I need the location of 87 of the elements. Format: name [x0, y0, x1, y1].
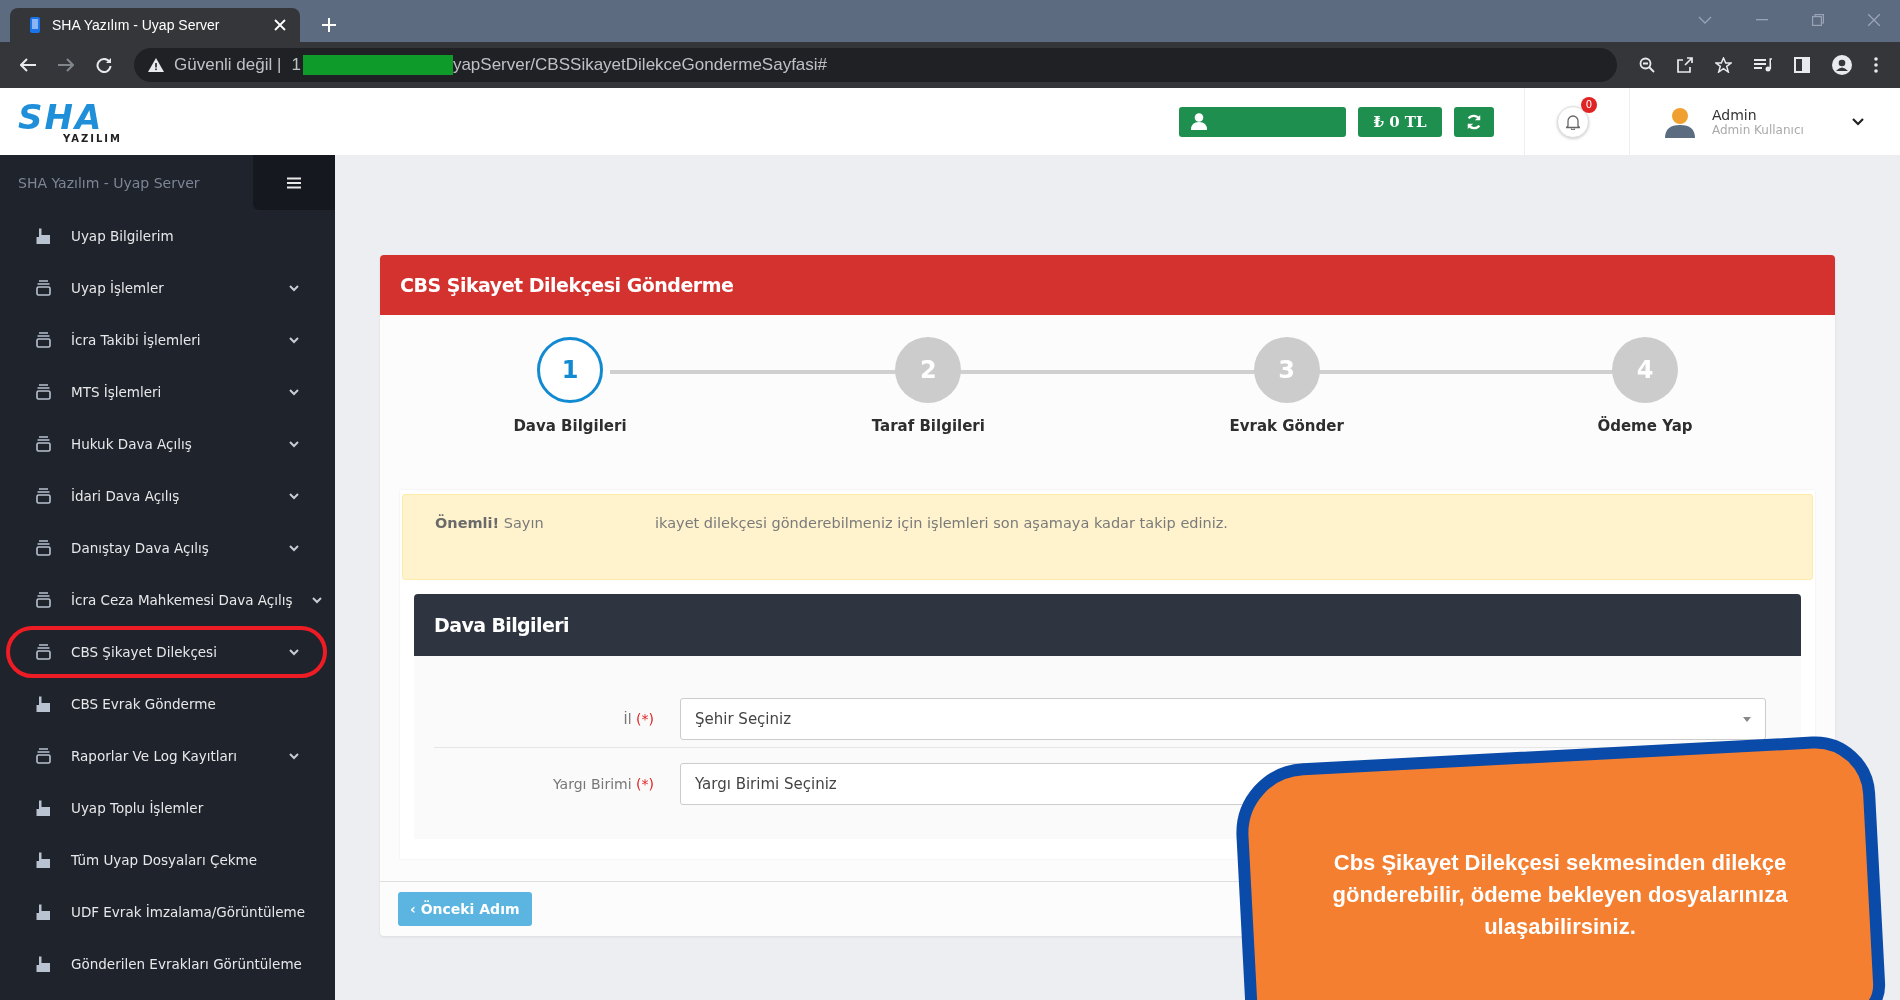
reload-icon[interactable]	[96, 57, 112, 73]
star-icon[interactable]	[1715, 57, 1732, 73]
refresh-icon	[1466, 112, 1482, 131]
sidebar-item[interactable]: Danıştay Dava Açılış	[6, 522, 327, 574]
chevron-down-icon	[289, 544, 299, 552]
warning-icon	[148, 58, 164, 72]
chevron-down-icon	[312, 596, 323, 604]
chevron-down-icon	[289, 648, 299, 656]
url-start: 1	[291, 55, 301, 75]
address-bar[interactable]: Güvenli değil | 1 yapServer/CBSSikayetDilekceGondermeSayfasi#	[134, 48, 1617, 82]
stack-icon	[36, 540, 51, 556]
notification-badge: 0	[1581, 96, 1597, 113]
stack-icon	[36, 748, 51, 764]
logo: SHA YAZILIM	[18, 99, 123, 144]
card-title: CBS Şikayet Dilekçesi Gönderme	[400, 274, 734, 296]
chevron-down-icon	[289, 388, 299, 396]
sidebar-item[interactable]: MTS İşlemleri	[6, 366, 327, 418]
notice-text: ikayet dilekçesi gönderebilmeniz için işlemleri son aşamaya kadar takip ediniz.	[655, 515, 1228, 533]
share-icon[interactable]	[1677, 57, 1693, 73]
chevron-down-icon	[289, 752, 299, 760]
sidebar-item[interactable]: Raporlar Ve Log Kayıtları	[6, 730, 327, 782]
caret-icon	[1743, 716, 1751, 722]
stack-icon	[36, 488, 51, 504]
step-label: Ödeme Yap	[1597, 417, 1693, 435]
sidebar-item[interactable]: İcra Ceza Mahkemesi Dava Açılış	[6, 574, 327, 626]
callout-text: Cbs Şikayet Dilekçesi sekmesinden dilekçe gönderebilir, ödeme bekleyen dosyalarınıza ulaşabilirsiniz.	[1331, 849, 1789, 941]
step-label: Taraf Bilgileri	[871, 417, 985, 435]
stack-icon	[36, 644, 51, 660]
phone-icon	[30, 17, 40, 33]
stack-icon	[36, 280, 51, 296]
sidebar-item[interactable]: Tüm Uyap Dosyaları Çekme	[6, 834, 327, 886]
sidebar-icon[interactable]	[1794, 57, 1810, 73]
sidebar-item[interactable]: Hukuk Dava Açılış	[6, 418, 327, 470]
sidebar-item[interactable]: Uyap Toplu İşlemler	[6, 782, 327, 834]
tab-title: SHA Yazılım - Uyap Server	[52, 17, 221, 33]
user-name: Admin	[1712, 106, 1758, 123]
step-label: Evrak Gönder	[1229, 417, 1344, 435]
browser-tab[interactable]: SHA Yazılım - Uyap Server	[10, 8, 300, 42]
new-tab-icon[interactable]	[322, 18, 336, 32]
sidebar-item[interactable]: Uyap İşlemler	[6, 262, 327, 314]
profile-icon[interactable]	[1832, 55, 1852, 75]
bell-icon	[1566, 113, 1580, 130]
section-title: Dava Bilgileri	[434, 614, 569, 636]
hand-icon	[36, 904, 51, 920]
step-label: Dava Bilgileri	[513, 417, 627, 435]
hand-icon	[36, 696, 51, 712]
zoom-icon[interactable]	[1639, 57, 1655, 73]
chevron-down-icon[interactable]	[1852, 117, 1864, 126]
security-label: Güvenli değil |	[174, 55, 282, 75]
forward-icon[interactable]	[58, 58, 74, 72]
stack-icon	[36, 384, 51, 400]
user-role: Admin Kullanıcı	[1712, 122, 1805, 137]
user-button[interactable]	[1179, 106, 1346, 137]
select-field[interactable]: Şehir Seçiniz	[680, 698, 1766, 740]
more-icon[interactable]	[1874, 57, 1878, 73]
chevron-down-icon	[289, 284, 299, 292]
sidebar-item[interactable]: İcra Takibi İşlemleri	[6, 314, 327, 366]
hand-icon	[36, 228, 51, 244]
refresh-button[interactable]	[1454, 106, 1494, 137]
hand-icon	[36, 956, 51, 972]
step-circle[interactable]: 1	[537, 337, 603, 403]
sidebar-title: SHA Yazılım - Uyap Server	[18, 174, 200, 191]
chevron-down-icon	[289, 336, 299, 344]
sidebar-item[interactable]: Uyap Bilgilerim	[6, 210, 327, 262]
media-icon[interactable]	[1754, 58, 1772, 72]
sidebar-item[interactable]: İdari Dava Açılış	[6, 470, 327, 522]
notice-lead: Önemli! Sayın	[435, 515, 545, 533]
stack-icon	[36, 436, 51, 452]
url-text: yapServer/CBSSikayetDilekceGondermeSayfasi#	[452, 55, 828, 75]
chevron-down-icon	[289, 492, 299, 500]
stack-icon	[36, 592, 51, 608]
stack-icon	[36, 332, 51, 348]
sidebar-item[interactable]: CBS Şikayet Dilekçesi	[6, 626, 327, 678]
menu-icon	[287, 176, 301, 189]
field-label: İl (*)	[622, 711, 654, 727]
balance-button[interactable]: ₺ 0 TL	[1358, 106, 1442, 137]
menu-button[interactable]	[253, 155, 335, 210]
chevron-down-icon	[289, 440, 299, 448]
back-icon[interactable]	[20, 58, 36, 72]
hand-icon	[36, 800, 51, 816]
sidebar-item[interactable]: UDF Evrak İmzalama/Görüntüleme	[6, 886, 327, 938]
sidebar-item[interactable]: CBS Evrak Gönderme	[6, 678, 327, 730]
field-label: Yargı Birimi (*)	[552, 776, 654, 792]
avatar-icon	[1664, 105, 1696, 138]
sidebar-item[interactable]: Gönderilen Evrakları Görüntüleme	[6, 938, 327, 990]
user-icon	[1191, 113, 1207, 130]
hand-icon	[36, 852, 51, 868]
